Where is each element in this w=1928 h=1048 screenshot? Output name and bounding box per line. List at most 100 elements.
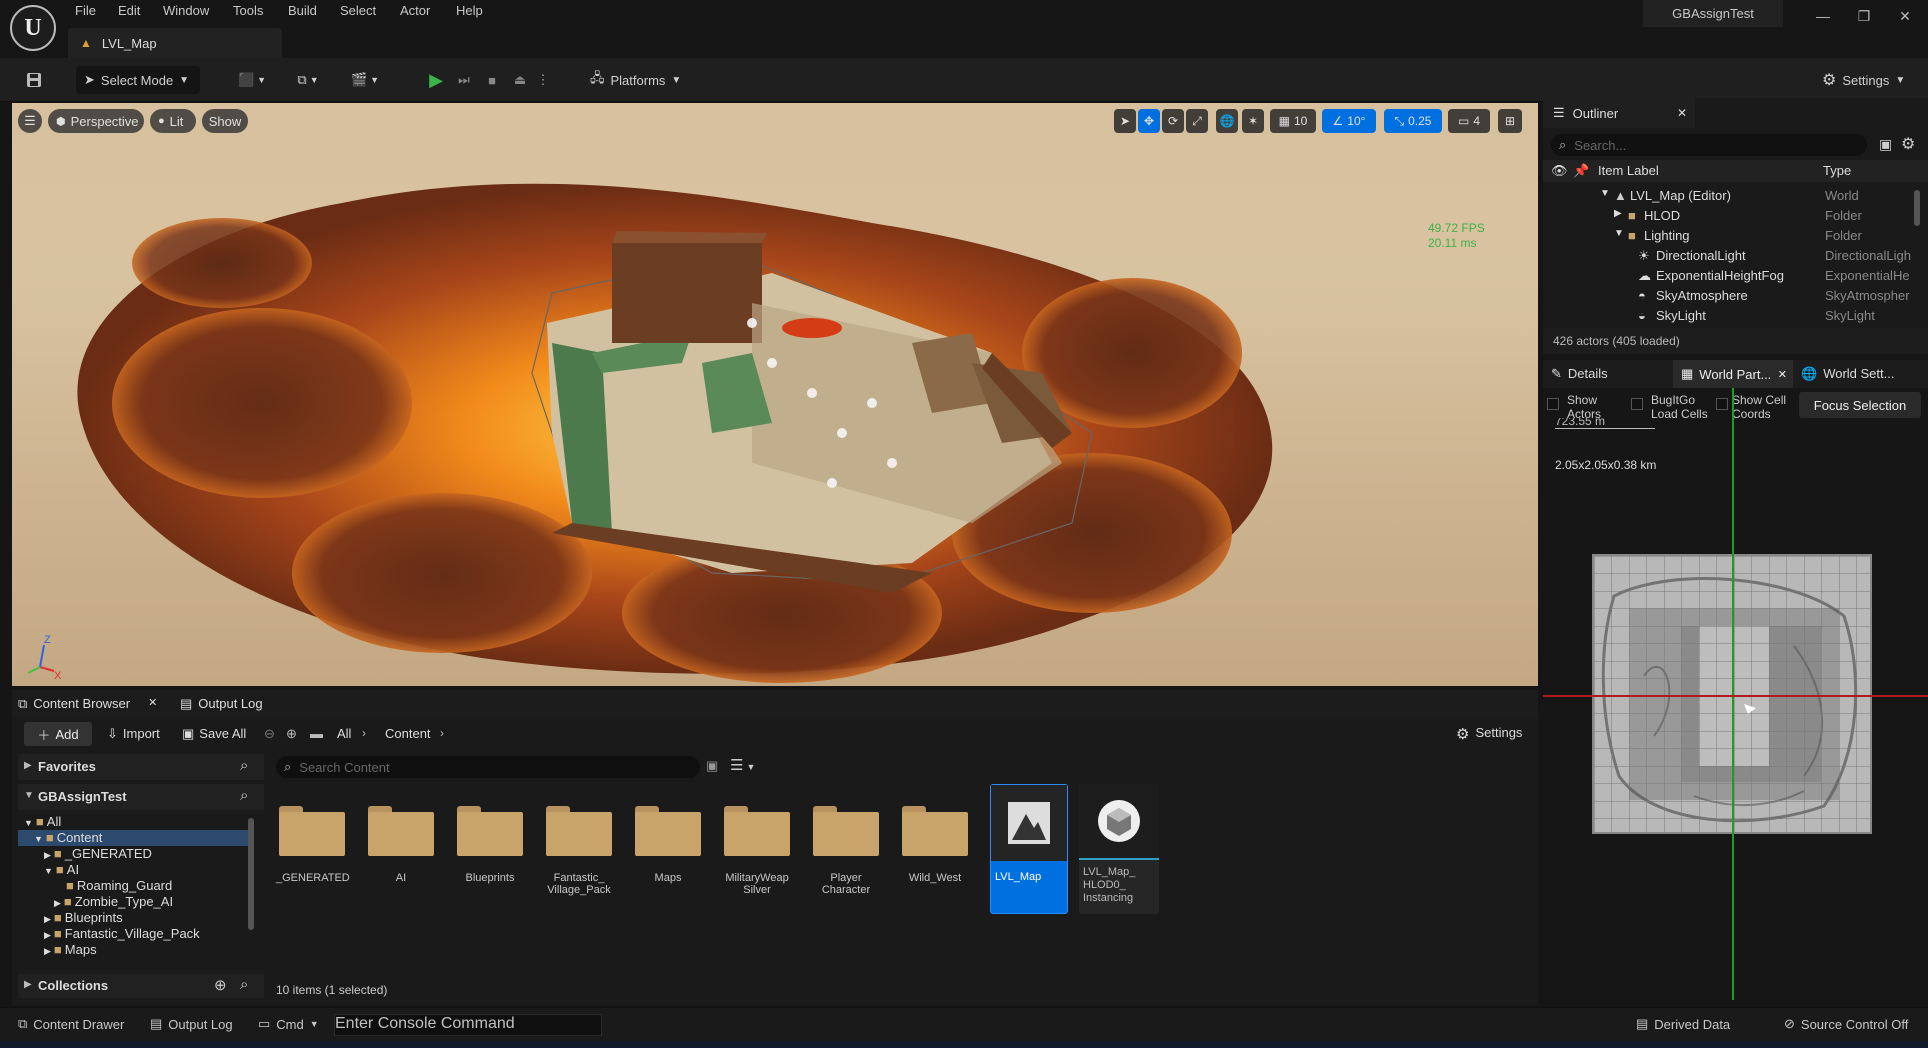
stop-icon[interactable]: ■ [480,66,504,94]
search-icon[interactable]: ⌕ [240,787,248,804]
rotate-tool-icon[interactable]: ⟳ [1162,109,1184,133]
outliner-row[interactable]: ▶ ■ HLOD Folder [1543,206,1928,226]
world-space-icon[interactable]: 🌐 [1216,109,1238,133]
add-folder-icon[interactable]: ▣ [1879,136,1892,153]
select-tool-icon[interactable]: ➤ [1114,109,1136,133]
save-icon[interactable] [20,66,48,94]
save-search-icon[interactable]: ▣ [706,758,718,774]
close-icon[interactable]: ✕ [1677,106,1687,120]
tab-world-partition[interactable]: ▦ World Part... ✕ [1673,360,1793,388]
collections-section[interactable]: ▶ Collections ⊕ ⌕ [18,974,264,998]
minimize-icon[interactable]: — [1806,5,1840,27]
forward-icon[interactable]: ⊕ [286,726,297,742]
lit-button[interactable]: ● Lit [150,109,196,133]
gear-icon[interactable]: ⚙ [1901,134,1915,154]
menu-tools[interactable]: Tools [233,3,263,18]
import-button[interactable]: ⇩ Import [107,726,160,742]
outliner-search-input[interactable]: ⌕ Search... [1551,134,1867,156]
bugitgo-checkbox[interactable] [1631,398,1643,410]
project-section[interactable]: ▼ GBAssignTest ⌕ [18,784,264,810]
viewport-layout-icon[interactable]: ⊞ [1498,109,1522,133]
level-viewport[interactable]: ☰ ⬢ Perspective ● Lit Show ➤ ✥ ⟳ ⤢ 🌐 ✶ ▦… [12,103,1538,686]
column-type[interactable]: Type [1823,163,1851,178]
menu-file[interactable]: File [75,3,96,18]
rotation-snap-button[interactable]: ∠ 10° [1322,109,1376,133]
tab-content-browser[interactable]: ⧉ Content Browser ✕ [18,696,157,712]
asset-folder[interactable]: MilitaryWeap Silver [721,794,793,896]
close-icon[interactable]: ✕ [1778,368,1787,381]
tree-item[interactable]: ■ Roaming_Guard [66,878,172,894]
grid-snap-button[interactable]: ▦ 10 [1270,109,1316,133]
tree-scrollbar[interactable] [248,818,254,930]
console-command-input[interactable]: Enter Console Command [334,1014,602,1036]
tab-world-settings[interactable]: 🌐 World Sett... [1801,366,1894,382]
tree-item[interactable]: ▶ ■ _GENERATED [44,846,152,862]
asset-folder[interactable]: Player Character [810,794,882,896]
outliner-row[interactable]: ◓ SkyAtmosphere SkyAtmospher [1543,286,1928,306]
blueprint-button[interactable]: ⧉ ▼ [290,66,326,94]
asset-hlod[interactable]: LVL_Map_ HLOD0_ Instancing [1079,784,1159,914]
outliner-tab[interactable]: ☰ Outliner ✕ [1543,98,1695,128]
translate-tool-icon[interactable]: ✥ [1138,109,1160,133]
asset-level-selected[interactable]: LVL_Map [990,784,1068,914]
tree-item[interactable]: ▼ ■ All [24,814,61,830]
favorites-section[interactable]: ▶ Favorites ⌕ [18,754,264,780]
outliner-scrollbar[interactable] [1914,190,1920,226]
scale-snap-button[interactable]: ⤡ 0.25 [1384,109,1442,133]
menu-select[interactable]: Select [340,3,376,18]
asset-folder[interactable]: Blueprints [454,794,526,884]
add-actor-button[interactable]: ⬛ ▼ [234,66,270,94]
tree-item[interactable]: ▶ ■ Zombie_Type_AI [54,894,173,910]
menu-help[interactable]: Help [456,3,483,18]
back-icon[interactable]: ⊖ [264,726,275,742]
asset-folder[interactable]: Fantastic_ Village_Pack [543,794,615,896]
menu-edit[interactable]: Edit [118,3,140,18]
camera-speed-button[interactable]: ▭ 4 [1448,109,1490,133]
settings-dropdown[interactable]: ⚙ Settings ▼ [1822,66,1922,94]
select-mode-dropdown[interactable]: ➤ Select Mode ▼ [76,66,200,94]
tree-item[interactable]: ▶ ■ Blueprints [44,910,123,926]
search-icon[interactable]: ⌕ [240,976,248,993]
tab-output-log[interactable]: ▤ Output Log [180,696,263,712]
outliner-row[interactable]: ☁ ExponentialHeightFog ExponentialHe [1543,266,1928,286]
tab-details[interactable]: ✎ Details [1551,366,1608,382]
scale-tool-icon[interactable]: ⤢ [1186,109,1208,133]
add-collection-icon[interactable]: ⊕ [214,976,227,994]
restore-icon[interactable]: ❐ [1847,5,1881,27]
tree-item[interactable]: ▼ ■ AI [44,862,79,878]
show-cell-coords-checkbox[interactable] [1716,398,1728,410]
tree-item[interactable]: ▶ ■ Maps [44,942,97,958]
source-control-button[interactable]: ⊘ Source Control Off [1784,1016,1908,1032]
derived-data-button[interactable]: ▤ Derived Data [1636,1016,1730,1032]
platforms-dropdown[interactable]: 🖧 Platforms ▼ [588,66,688,94]
play-icon[interactable]: ▶ [422,66,450,94]
content-drawer-button[interactable]: ⧉ Content Drawer [18,1016,124,1032]
column-item-label[interactable]: Item Label [1598,163,1659,178]
perspective-button[interactable]: ⬢ Perspective [48,109,144,133]
asset-folder[interactable]: _GENERATED [276,794,350,884]
content-settings-button[interactable]: ⚙ Settings [1456,725,1522,743]
menu-actor[interactable]: Actor [400,3,430,18]
asset-folder[interactable]: Wild_West [899,794,971,884]
close-icon[interactable]: ✕ [148,696,157,712]
breadcrumb-all[interactable]: All [337,726,351,741]
cmd-dropdown[interactable]: ▭ Cmd ▼ [258,1016,319,1032]
tree-item-selected[interactable]: ▼ ■ Content [18,830,248,846]
surface-snap-icon[interactable]: ✶ [1242,109,1264,133]
asset-folder[interactable]: Maps [632,794,704,884]
viewport-menu-icon[interactable]: ☰ [18,109,42,133]
close-icon[interactable]: ✕ [1888,5,1922,27]
document-tab[interactable]: ▲ LVL_Map [68,28,282,58]
outliner-row[interactable]: ▼ ■ Lighting Folder [1543,226,1928,246]
outliner-row[interactable]: ☀ DirectionalLight DirectionalLigh [1543,246,1928,266]
content-search-input[interactable]: ⌕ Search Content [276,756,700,778]
breadcrumb-content[interactable]: Content [385,726,431,741]
filter-icon[interactable]: ☰ ▼ [730,756,755,774]
show-button[interactable]: Show [202,109,248,133]
folder-icon[interactable]: ▬ [310,726,323,741]
unreal-logo-icon[interactable]: U [10,5,56,51]
eject-icon[interactable]: ⏏ [508,66,532,94]
show-actors-checkbox[interactable] [1547,398,1559,410]
tree-item[interactable]: ▶ ■ Fantastic_Village_Pack [44,926,200,942]
save-all-button[interactable]: ▣ Save All [182,726,246,742]
